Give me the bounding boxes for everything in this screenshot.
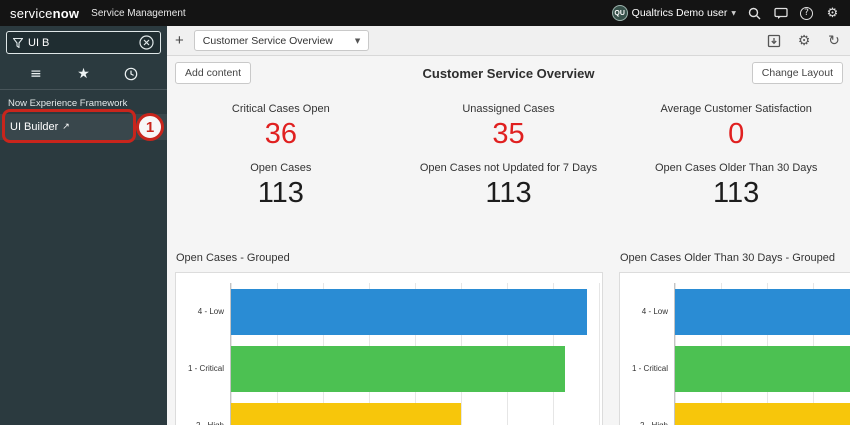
plot-area <box>674 283 850 425</box>
open-in-new-icon: ↗ <box>62 122 70 132</box>
bar-1-critical <box>231 346 565 392</box>
dashboard-selector-value: Customer Service Overview <box>203 35 333 47</box>
y-axis-label: 4 - Low <box>176 283 230 340</box>
gear-icon[interactable]: ⚙ <box>796 33 812 49</box>
dashboard-content: Add content Customer Service Overview Ch… <box>167 56 850 425</box>
dashboard-tab-bar: + Customer Service Overview ▼ ⚙ ↻ <box>167 26 850 56</box>
help-icon[interactable]: ? <box>799 6 814 21</box>
user-menu[interactable]: QU Qualtrics Demo user ▼ <box>612 5 736 21</box>
app-header: servicenow Service Management QU Qualtri… <box>0 0 850 26</box>
logo-service: service <box>10 6 53 21</box>
stat-average-customer-satisfaction: Average Customer Satisfaction 0 <box>622 103 850 149</box>
sidebar: ≡ ★ Now Experience Framework UI Builder … <box>0 26 167 425</box>
sidebar-icon-row: ≡ ★ <box>0 59 167 90</box>
header-right: QU Qualtrics Demo user ▼ ? ⚙ <box>612 5 840 21</box>
stat-open-cases-not-updated-7-days: Open Cases not Updated for 7 Days 113 <box>395 162 623 208</box>
logo-now: now <box>53 6 80 21</box>
main-area: + Customer Service Overview ▼ ⚙ ↻ Add co… <box>167 26 850 425</box>
gear-icon[interactable]: ⚙ <box>825 6 840 21</box>
star-icon[interactable]: ★ <box>74 66 92 82</box>
bar-2-high <box>675 403 850 425</box>
user-name: Qualtrics Demo user <box>632 7 728 19</box>
y-axis-labels: 4 - Low 1 - Critical 2 - High <box>620 283 674 425</box>
sidebar-search[interactable] <box>6 31 161 54</box>
tab-bar-actions: ⚙ ↻ <box>766 33 842 49</box>
history-clock-icon[interactable] <box>122 66 140 82</box>
chart-panel: 4 - Low 1 - Critical 2 - High <box>619 272 850 425</box>
y-axis-label: 2 - High <box>620 397 674 425</box>
bar-4-low <box>675 289 850 335</box>
change-layout-button[interactable]: Change Layout <box>752 62 843 84</box>
chevron-down-icon: ▼ <box>355 37 360 45</box>
menu-icon[interactable]: ≡ <box>27 66 45 82</box>
page-title: Customer Service Overview <box>167 56 850 81</box>
chevron-down-icon: ▼ <box>731 10 736 17</box>
add-content-button[interactable]: Add content <box>175 62 251 84</box>
plot-area <box>230 283 602 425</box>
chart-panel: 4 - Low 1 - Critical 2 - High <box>175 272 603 425</box>
refresh-icon[interactable]: ↻ <box>826 33 842 49</box>
sidebar-item-label: UI Builder <box>10 121 58 133</box>
sidebar-search-input[interactable] <box>28 37 134 49</box>
y-axis-label: 4 - Low <box>620 283 674 340</box>
y-axis-label: 1 - Critical <box>620 340 674 397</box>
chat-icon[interactable] <box>773 6 788 21</box>
bar-2-high <box>231 403 461 425</box>
avatar: QU <box>612 5 628 21</box>
stat-open-cases-older-30-days: Open Cases Older Than 30 Days 113 <box>622 162 850 208</box>
filter-icon <box>13 38 23 48</box>
save-dashboard-icon[interactable] <box>766 33 782 49</box>
charts-row: Open Cases - Grouped 4 - Low 1 - Critica… <box>175 252 850 425</box>
bar-1-critical <box>675 346 850 392</box>
chart-open-cases-older-30-days-grouped: Open Cases Older Than 30 Days - Grouped … <box>619 252 850 425</box>
y-axis-labels: 4 - Low 1 - Critical 2 - High <box>176 283 230 425</box>
y-axis-label: 1 - Critical <box>176 340 230 397</box>
product-name: Service Management <box>91 8 186 19</box>
annotation-step-badge: 1 <box>136 113 164 141</box>
dashboard-selector-dropdown[interactable]: Customer Service Overview ▼ <box>194 30 370 51</box>
y-axis-label: 2 - High <box>176 397 230 425</box>
stat-open-cases: Open Cases 113 <box>167 162 395 208</box>
chart-title: Open Cases Older Than 30 Days - Grouped <box>620 252 850 264</box>
add-tab-button[interactable]: + <box>175 33 184 48</box>
sidebar-section-label: Now Experience Framework <box>0 90 167 114</box>
chart-open-cases-grouped: Open Cases - Grouped 4 - Low 1 - Critica… <box>175 252 603 425</box>
stat-critical-cases-open: Critical Cases Open 36 <box>167 103 395 149</box>
servicenow-logo[interactable]: servicenow <box>10 6 79 21</box>
stat-unassigned-cases: Unassigned Cases 35 <box>395 103 623 149</box>
bar-4-low <box>231 289 587 335</box>
search-icon[interactable] <box>747 6 762 21</box>
stats-grid: Critical Cases Open 36 Unassigned Cases … <box>167 103 850 208</box>
clear-search-icon[interactable] <box>139 35 154 50</box>
chart-title: Open Cases - Grouped <box>176 252 603 264</box>
sidebar-item-ui-builder[interactable]: UI Builder ↗ 1 <box>0 114 167 140</box>
